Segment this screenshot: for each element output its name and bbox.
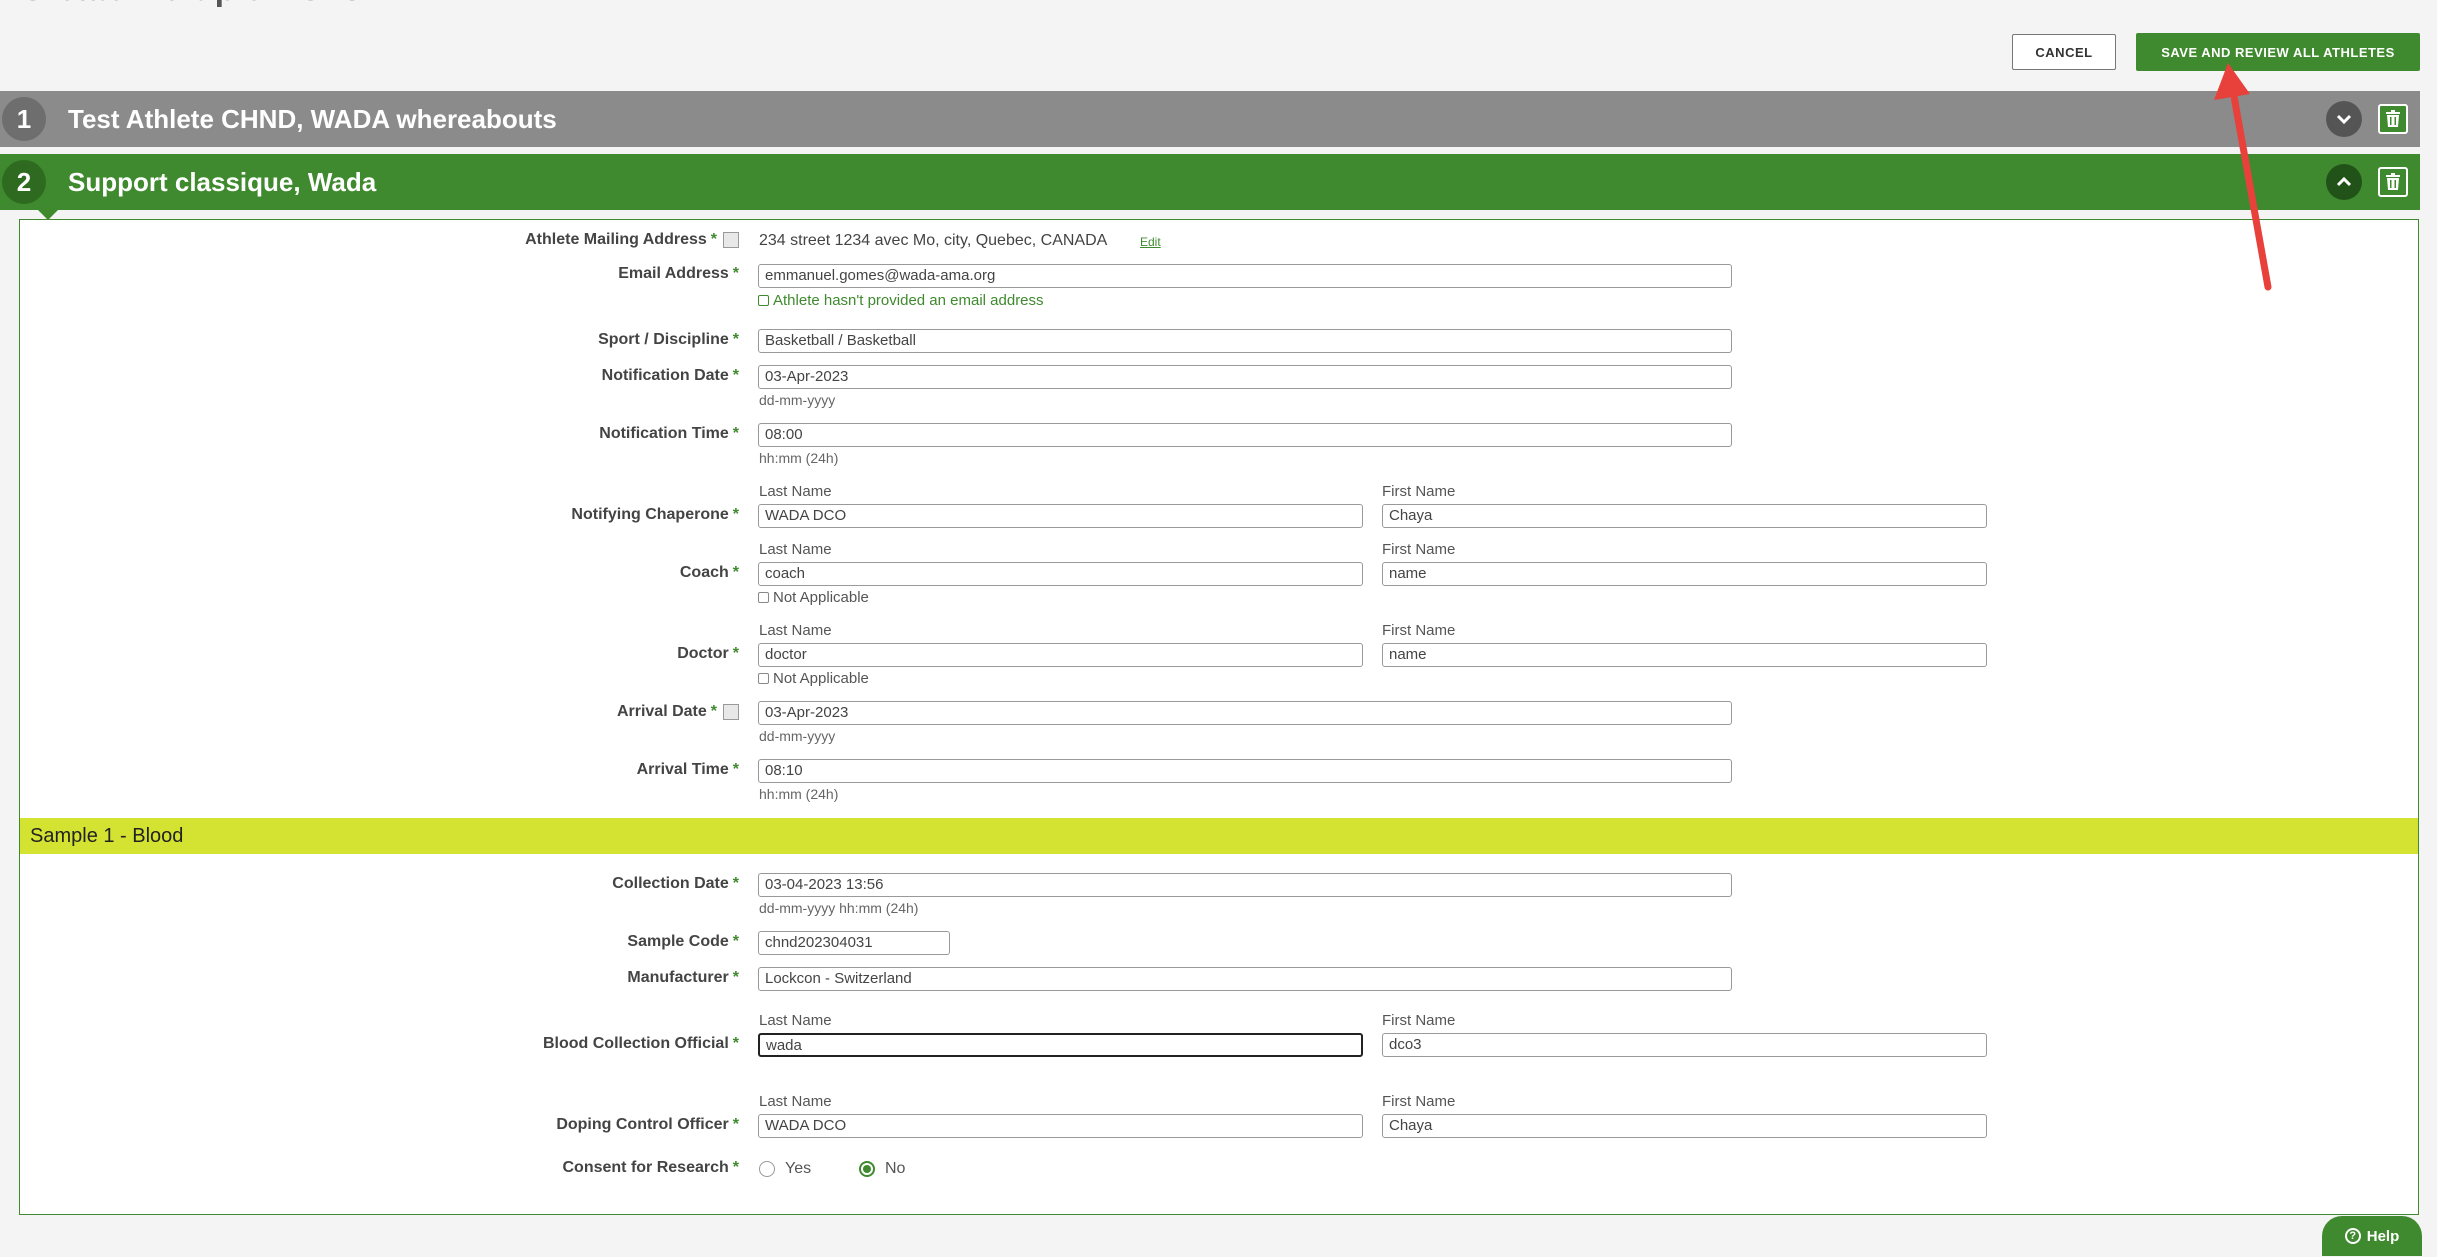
chaperone-label: Notifying Chaperone * [571,506,739,523]
chaperone-first-name-label: First Name [1382,483,1456,500]
dco-last-name-label: Last Name [759,1093,832,1110]
radio-icon [759,1161,775,1177]
consent-yes-radio[interactable]: Yes [759,1160,811,1178]
sport-label: Sport / Discipline * [598,331,739,348]
arrival-date-hint: dd-mm-yyyy [759,728,836,744]
collection-date-label: Collection Date * [612,875,739,892]
sport-field[interactable]: Basketball / Basketball [758,329,1732,353]
delete-athlete-1-button[interactable] [2378,104,2408,134]
chaperone-last-name-label: Last Name [759,483,832,500]
checkbox-icon [758,295,769,306]
coach-last-name-label: Last Name [759,541,832,558]
dco-first-name-label: First Name [1382,1093,1456,1110]
mailing-address-value: 234 street 1234 avec Mo, city, Quebec, C… [759,232,1108,249]
notification-time-hint: hh:mm (24h) [759,450,839,466]
athlete-1-header[interactable]: 1 Test Athlete CHND, WADA whereabouts [0,91,2420,147]
sample-header: Sample 1 - Blood [20,818,2418,854]
sample-code-label: Sample Code * [627,933,739,950]
bco-last-name-field[interactable]: wada [758,1033,1363,1057]
checkbox-icon [758,673,769,684]
coach-not-applicable-checkbox[interactable]: Not Applicable [758,589,869,606]
dco-last-name-field[interactable]: WADA DCO [758,1114,1363,1138]
email-field[interactable]: emmanuel.gomes@wada-ama.org [758,264,1732,288]
coach-first-name-field[interactable]: name [1382,562,1987,586]
doctor-not-applicable-checkbox[interactable]: Not Applicable [758,670,869,687]
coach-label: Coach * [679,564,739,581]
athlete-2-name: Support classique, Wada [68,166,377,197]
coach-first-name-label: First Name [1382,541,1456,558]
bco-label: Blood Collection Official * [542,1035,739,1052]
page-title: Create Multiple DCFs [20,0,362,9]
arrival-time-hint: hh:mm (24h) [759,786,839,802]
coach-last-name-field[interactable]: coach [758,562,1363,586]
no-email-checkbox[interactable]: Athlete hasn't provided an email address [758,292,1044,309]
collection-date-field[interactable]: 03-04-2023 13:56 [758,873,1732,897]
consent-label: Consent for Research * [562,1159,740,1176]
bco-first-name-field[interactable]: dco3 [1382,1033,1987,1057]
athlete-1-name: Test Athlete CHND, WADA whereabouts [68,103,557,134]
radio-selected-icon [859,1161,875,1177]
doctor-label: Doctor * [677,645,739,662]
chevron-down-icon [2336,114,2352,125]
bco-last-name-label: Last Name [759,1012,832,1029]
athlete-2-number: 2 [2,160,46,204]
collapse-button[interactable] [2326,164,2362,200]
bco-first-name-label: First Name [1382,1012,1456,1029]
manufacturer-label: Manufacturer * [627,969,739,986]
dco-label: Doping Control Officer * [556,1116,739,1133]
notification-date-label: Notification Date * [601,367,739,384]
delete-athlete-2-button[interactable] [2378,167,2408,197]
help-button[interactable]: ? Help [2322,1216,2422,1256]
chevron-up-icon [2336,176,2352,187]
notification-date-hint: dd-mm-yyyy [759,392,836,408]
notification-time-label: Notification Time * [599,425,739,442]
trash-icon [2386,110,2400,127]
chaperone-first-name-field[interactable]: Chaya [1382,504,1987,528]
image-icon [723,231,739,248]
save-and-review-button[interactable]: SAVE AND REVIEW ALL ATHLETES [2136,33,2420,71]
image-icon [723,703,739,720]
arrival-time-label: Arrival Time * [636,761,739,778]
chaperone-last-name-field[interactable]: WADA DCO [758,504,1363,528]
sample-code-field[interactable]: chnd202304031 [758,931,950,955]
dco-first-name-field[interactable]: Chaya [1382,1114,1987,1138]
doctor-last-name-field[interactable]: doctor [758,643,1363,667]
athlete-2-header[interactable]: 2 Support classique, Wada [0,154,2420,210]
edit-address-link[interactable]: Edit [1140,235,1161,249]
arrival-date-field[interactable]: 03-Apr-2023 [758,701,1732,725]
expand-button[interactable] [2326,101,2362,137]
consent-no-radio[interactable]: No [859,1160,905,1178]
cancel-button[interactable]: CANCEL [2012,34,2116,70]
collection-date-hint: dd-mm-yyyy hh:mm (24h) [759,900,919,916]
arrival-date-label: Arrival Date * [617,703,739,721]
checkbox-icon [758,592,769,603]
athlete-1-number: 1 [2,97,46,141]
doctor-first-name-field[interactable]: name [1382,643,1987,667]
notification-date-field[interactable]: 03-Apr-2023 [758,365,1732,389]
manufacturer-field[interactable]: Lockcon - Switzerland [758,967,1732,991]
question-icon: ? [2344,1228,2361,1244]
email-label: Email Address * [618,265,739,282]
doctor-last-name-label: Last Name [759,622,832,639]
doctor-first-name-label: First Name [1382,622,1456,639]
mailing-address-label: Athlete Mailing Address * [525,231,739,249]
arrival-time-field[interactable]: 08:10 [758,759,1732,783]
trash-icon [2386,173,2400,190]
notification-time-field[interactable]: 08:00 [758,423,1732,447]
